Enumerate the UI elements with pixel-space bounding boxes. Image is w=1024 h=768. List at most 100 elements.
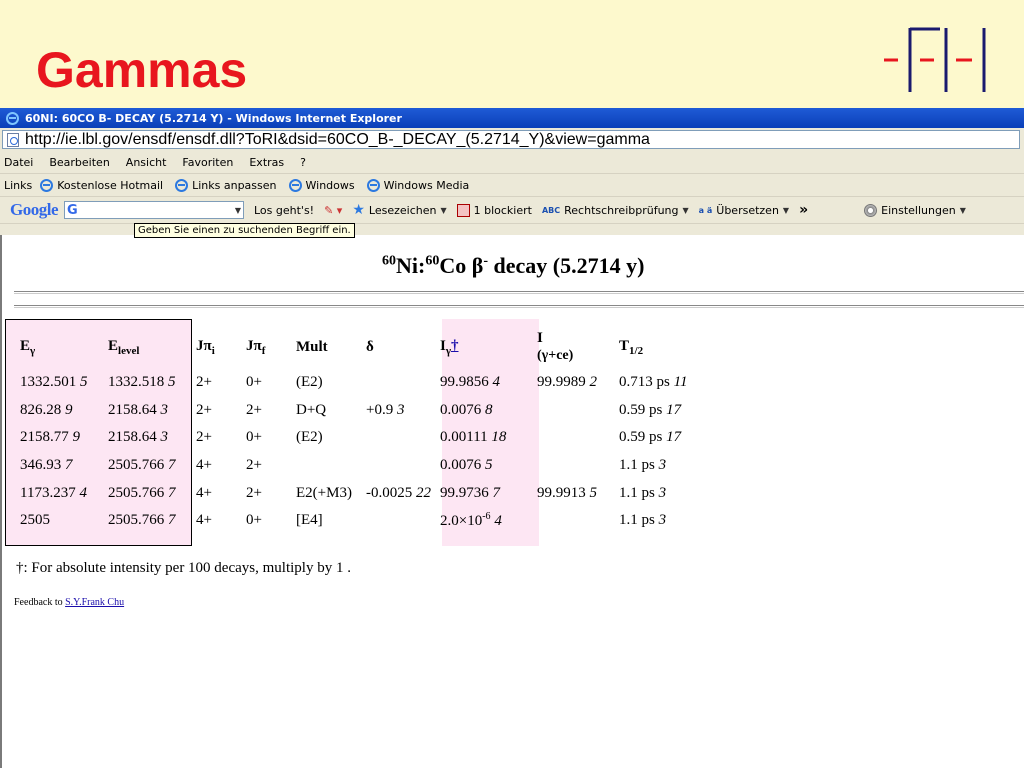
menu-favoriten[interactable]: Favoriten	[182, 156, 233, 169]
cell-jpi-f: 0+	[246, 374, 262, 391]
link-label: Windows	[305, 178, 355, 192]
cell-jpi-i: 2+	[196, 429, 212, 446]
feedback-author-link[interactable]: S.Y.Frank Chu	[65, 597, 124, 608]
ie-link-icon	[288, 178, 302, 192]
address-bar[interactable]: http://ie.lbl.gov/ensdf/ensdf.dll?ToRI&d…	[2, 130, 1020, 149]
ie-link-icon	[175, 178, 189, 192]
cell-e-gamma: 2158.77 9	[20, 429, 80, 446]
cell-jpi-i: 4+	[196, 457, 212, 474]
col-mult: Mult	[296, 338, 328, 355]
toolbar-tools-icon[interactable]: ✎ ▾	[324, 204, 342, 217]
cell-i-total: 99.9989 2	[537, 374, 597, 391]
cell-i-total	[533, 507, 615, 535]
cell-jpi-i: 2+	[196, 374, 212, 391]
feedback-line: Feedback to S.Y.Frank Chu	[14, 597, 125, 608]
ie-link-icon	[40, 178, 54, 192]
link-label: Links anpassen	[192, 178, 277, 192]
google-g-icon: G	[67, 202, 78, 218]
page-title: 60Ni:60Co β- decay (5.2714 y)	[382, 253, 645, 278]
cell-jpi-f: 2+	[246, 457, 262, 474]
intensity-footnote-link[interactable]: †	[451, 338, 459, 354]
cell-jpi-f: 2+	[246, 401, 262, 418]
col-t-half: T1/2	[619, 337, 644, 357]
cell-mult: D+Q	[296, 401, 327, 418]
address-input[interactable]: http://ie.lbl.gov/ensdf/ensdf.dll?ToRI&d…	[25, 131, 650, 149]
cell-i-gamma: 0.0076 8	[440, 401, 493, 418]
spellcheck-button[interactable]: ABC Rechtschreibprüfung ▼	[542, 204, 689, 217]
table-row: 346.93 7 2505.766 7 4+ 2+ 0.0076 5 1.1 ps 3	[16, 452, 715, 480]
google-search-input[interactable]: G ▼	[64, 201, 244, 219]
more-tools-button[interactable]: »	[799, 202, 808, 218]
link-label: Windows Media	[383, 178, 470, 192]
cell-e-level: 2158.64 3	[108, 401, 168, 418]
cell-t-half: 1.1 ps 3	[619, 484, 667, 501]
col-i-total: I (γ+ce)	[537, 330, 574, 363]
cell-i-gamma: 0.00111 18	[440, 429, 507, 446]
cell-i-total	[533, 452, 615, 480]
link-windows-media[interactable]: Windows Media	[366, 178, 470, 192]
menu-datei[interactable]: Datei	[4, 156, 33, 169]
ie-link-icon	[366, 178, 380, 192]
chevron-down-icon[interactable]: ▼	[235, 206, 241, 215]
cell-i-total: 99.9913 5	[537, 484, 597, 501]
web-page-content: 60Ni:60Co β- decay (5.2714 y) Eγ Elevel …	[0, 235, 1024, 768]
cell-t-half: 0.713 ps 11	[619, 374, 688, 391]
cell-e-gamma: 1332.501 5	[20, 374, 88, 391]
links-label[interactable]: Links	[4, 179, 32, 192]
google-go-button[interactable]: Los geht's!	[254, 204, 314, 217]
cell-e-level: 2505.766 7	[108, 484, 176, 501]
menu-bearbeiten[interactable]: Bearbeiten	[49, 156, 109, 169]
cell-delta: -0.0025 22	[366, 484, 431, 501]
translate-button[interactable]: a ä Übersetzen ▼	[699, 204, 789, 217]
cell-jpi-i: 4+	[196, 484, 212, 501]
bookmarks-button[interactable]: ★ Lesezeichen ▼	[352, 202, 446, 218]
divider	[14, 305, 1024, 308]
menu-help[interactable]: ?	[300, 156, 306, 169]
settings-button[interactable]: Einstellungen ▼	[864, 203, 966, 217]
table-row: 826.28 9 2158.64 3 2+ 2+ D+Q +0.9 3 0.0076 8 0…	[16, 397, 715, 425]
cell-mult: (E2)	[296, 374, 323, 391]
cell-delta	[362, 507, 436, 535]
col-e-gamma: Eγ	[20, 337, 36, 357]
cell-t-half: 1.1 ps 3	[619, 457, 667, 474]
popup-blocker-button[interactable]: 1 blockiert	[456, 203, 532, 217]
col-jpi-i: Jπi	[196, 337, 215, 357]
cell-i-gamma: 99.9856 4	[440, 374, 500, 391]
google-toolbar: Google G ▼ Los geht's! ✎ ▾ ★ Lesezeichen ▼…	[0, 197, 1024, 224]
gear-icon	[864, 203, 878, 217]
cell-jpi-f: 0+	[246, 429, 262, 446]
cell-e-level: 2505.766 7	[108, 512, 176, 529]
search-tooltip: Geben Sie einen zu suchenden Begriff ein…	[134, 223, 355, 238]
table-row: 2158.77 9 2158.64 3 2+ 0+ (E2) 0.00111 18 0.…	[16, 424, 715, 452]
cell-e-level: 1332.518 5	[108, 374, 176, 391]
window-titlebar: 60NI: 60CO B- DECAY (5.2714 Y) - Windows…	[0, 108, 1024, 128]
menu-ansicht[interactable]: Ansicht	[126, 156, 167, 169]
intensity-footnote: †: For absolute intensity per 100 decays…	[16, 560, 351, 576]
cell-e-gamma: 2505	[20, 512, 50, 529]
cell-mult: [E4]	[296, 512, 323, 529]
cell-delta	[362, 369, 436, 397]
cell-e-gamma: 346.93 7	[20, 457, 73, 474]
window-title: 60NI: 60CO B- DECAY (5.2714 Y) - Windows…	[25, 111, 402, 125]
cell-i-total	[533, 397, 615, 425]
link-anpassen[interactable]: Links anpassen	[175, 178, 277, 192]
link-hotmail[interactable]: Kostenlose Hotmail	[40, 178, 164, 192]
internet-explorer-icon	[6, 111, 19, 125]
table-row: 2505 2505.766 7 4+ 0+ [E4] 2.0×10-6 4 1.1 p…	[16, 507, 715, 535]
star-icon: ★	[352, 202, 365, 218]
link-windows[interactable]: Windows	[288, 178, 355, 192]
cell-jpi-f: 2+	[246, 484, 262, 501]
spellcheck-icon: ABC	[541, 205, 561, 215]
cell-delta: +0.9 3	[366, 401, 405, 418]
cell-t-half: 0.59 ps 17	[619, 429, 682, 446]
col-e-level: Elevel	[108, 337, 140, 357]
popup-blocked-icon	[456, 203, 470, 217]
cell-t-half: 1.1 ps 3	[619, 512, 667, 529]
link-label: Kostenlose Hotmail	[57, 178, 164, 192]
table-row: 1332.501 5 1332.518 5 2+ 0+ (E2) 99.9856 4 99…	[16, 369, 715, 397]
cell-i-gamma: 0.0076 5	[440, 457, 493, 474]
menu-extras[interactable]: Extras	[249, 156, 284, 169]
cell-i-total	[533, 424, 615, 452]
slide-title: Gammas	[36, 42, 248, 98]
col-delta: δ	[366, 338, 374, 355]
